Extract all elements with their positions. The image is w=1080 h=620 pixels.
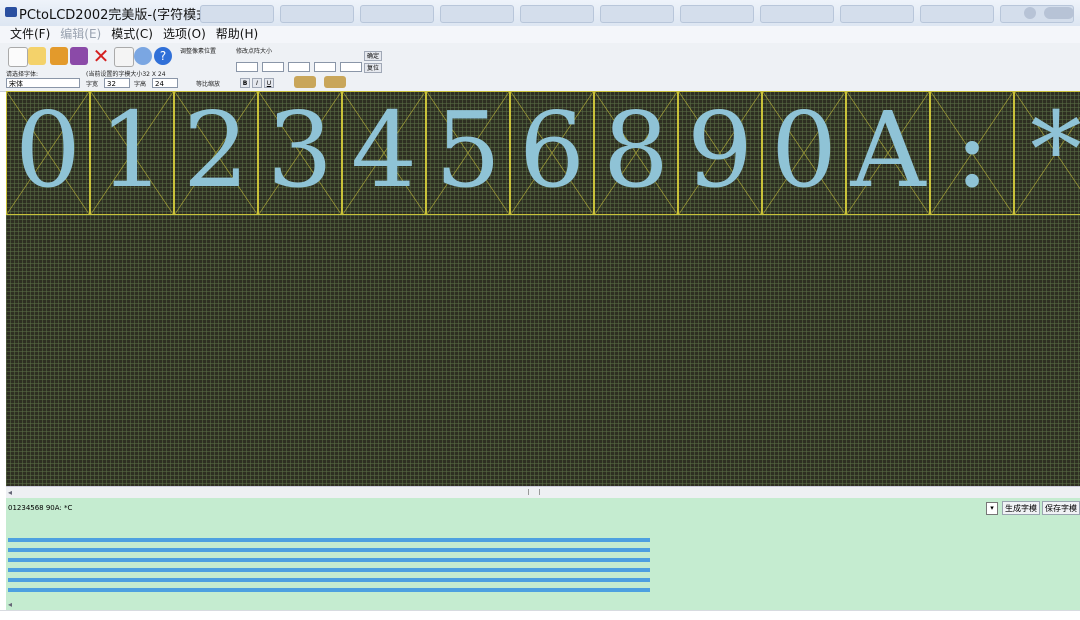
output-panel: 01234568 90A: *C ▾ 生成字模 保存字模 ◂ bbox=[6, 498, 1080, 610]
char-glyph: 1 bbox=[98, 91, 166, 211]
char-glyph: 5 bbox=[434, 91, 502, 211]
underline-button[interactable]: U bbox=[264, 78, 274, 88]
output-data-row[interactable] bbox=[8, 548, 650, 552]
browser-tab[interactable] bbox=[520, 5, 594, 23]
output-data-row[interactable] bbox=[8, 588, 650, 592]
lcd-canvas[interactable]: 0 1 2 3 4 5 6 8 9 0 A : * bbox=[6, 91, 1080, 486]
ratio-label[interactable]: 等比缩放 bbox=[196, 79, 220, 88]
output-data-row[interactable] bbox=[8, 558, 650, 562]
char-cell[interactable]: 8 bbox=[594, 91, 678, 215]
align-icon[interactable] bbox=[294, 76, 316, 88]
char-cell[interactable]: 0 bbox=[762, 91, 846, 215]
output-data-row[interactable] bbox=[8, 578, 650, 582]
menu-mode[interactable]: 模式(C) bbox=[111, 26, 153, 43]
align-right-icon[interactable] bbox=[324, 76, 346, 88]
settings-icon[interactable] bbox=[1024, 7, 1036, 19]
char-glyph: 3 bbox=[266, 91, 334, 211]
char-glyph: 0 bbox=[770, 91, 838, 211]
browser-tab[interactable] bbox=[440, 5, 514, 23]
offset-field[interactable] bbox=[314, 62, 336, 72]
char-glyph: : bbox=[954, 91, 990, 211]
char-glyph: 8 bbox=[602, 91, 670, 211]
offset-field[interactable] bbox=[340, 62, 362, 72]
page-icon[interactable] bbox=[114, 47, 134, 67]
char-glyph: 2 bbox=[182, 91, 250, 211]
menu-bar: 文件(F) 编辑(E) 模式(C) 选项(O) 帮助(H) bbox=[0, 26, 1080, 43]
width-select[interactable]: 32 bbox=[104, 78, 130, 88]
char-cell[interactable]: 4 bbox=[342, 91, 426, 215]
generate-button[interactable]: 生成字模 bbox=[1002, 501, 1040, 515]
open-icon[interactable] bbox=[28, 47, 46, 65]
height-label: 字高 bbox=[134, 81, 147, 88]
size-info: (当前设置的字模大小32 X 24 bbox=[86, 71, 166, 78]
offset-field[interactable] bbox=[262, 62, 284, 72]
offset-field[interactable] bbox=[236, 62, 258, 72]
char-glyph: * bbox=[1030, 91, 1080, 211]
scroll-left-icon[interactable]: ◂ bbox=[8, 600, 12, 609]
char-cell[interactable]: 2 bbox=[174, 91, 258, 215]
char-cell[interactable]: 0 bbox=[6, 91, 90, 215]
menu-help[interactable]: 帮助(H) bbox=[216, 26, 258, 43]
char-glyph: 6 bbox=[518, 91, 586, 211]
settings-icon[interactable] bbox=[134, 47, 152, 65]
window-title: PCtoLCD2002完美版-(字符模式) bbox=[19, 8, 215, 23]
scroll-grip[interactable] bbox=[528, 489, 540, 495]
browser-tab[interactable] bbox=[840, 5, 914, 23]
browser-tab[interactable] bbox=[600, 5, 674, 23]
browser-tab[interactable] bbox=[200, 5, 274, 23]
new-icon[interactable] bbox=[8, 47, 28, 67]
font-select[interactable]: 宋体 bbox=[6, 78, 80, 88]
italic-button[interactable]: I bbox=[252, 78, 262, 88]
text-input[interactable]: 01234568 90A: *C bbox=[6, 502, 986, 514]
adjust-label: 调整像素位置 bbox=[180, 48, 217, 55]
menu-options[interactable]: 选项(O) bbox=[163, 26, 206, 43]
char-cell[interactable]: * bbox=[1014, 91, 1080, 215]
char-glyph: 0 bbox=[14, 91, 82, 211]
window-controls[interactable] bbox=[1044, 7, 1074, 19]
save-icon[interactable] bbox=[50, 47, 68, 65]
output-data-row[interactable] bbox=[8, 568, 650, 572]
history-dropdown[interactable]: ▾ bbox=[986, 502, 998, 515]
width-label: 字宽 bbox=[86, 81, 99, 88]
reset-button[interactable]: 复位 bbox=[364, 63, 382, 73]
title-bar: PCtoLCD2002完美版-(字符模式) bbox=[0, 0, 1080, 27]
output-data-row[interactable] bbox=[8, 538, 650, 542]
char-cell[interactable]: 1 bbox=[90, 91, 174, 215]
delete-icon[interactable]: ✕ bbox=[92, 46, 110, 66]
browser-tab[interactable] bbox=[680, 5, 754, 23]
height-select[interactable]: 24 bbox=[152, 78, 178, 88]
bold-button[interactable]: B bbox=[240, 78, 250, 88]
char-glyph: 9 bbox=[686, 91, 754, 211]
browser-tabs bbox=[200, 5, 1074, 23]
save-font-button[interactable]: 保存字模 bbox=[1042, 501, 1080, 515]
char-cell[interactable]: A bbox=[846, 91, 930, 215]
browser-tab[interactable] bbox=[360, 5, 434, 23]
help-icon[interactable]: ? bbox=[154, 47, 172, 65]
font-label: 请选择字体: bbox=[6, 71, 39, 78]
browser-tab[interactable] bbox=[760, 5, 834, 23]
char-cell[interactable]: 5 bbox=[426, 91, 510, 215]
menu-edit[interactable]: 编辑(E) bbox=[60, 26, 101, 43]
toolbar: ✕ ? 请选择字体: (当前设置的字模大小32 X 24 宋体 字宽 32 字高… bbox=[0, 43, 1080, 92]
app-icon bbox=[5, 7, 17, 17]
char-glyph: 4 bbox=[350, 91, 418, 211]
ok-button[interactable]: 确定 bbox=[364, 51, 382, 61]
menu-file[interactable]: 文件(F) bbox=[10, 26, 50, 43]
offset-field[interactable] bbox=[288, 62, 310, 72]
char-cell[interactable]: 6 bbox=[510, 91, 594, 215]
char-glyph: A bbox=[850, 91, 926, 211]
scroll-left-icon[interactable]: ◂ bbox=[8, 488, 12, 497]
browser-tab[interactable] bbox=[280, 5, 354, 23]
char-cell[interactable]: 3 bbox=[258, 91, 342, 215]
modify-label: 修改点阵大小 bbox=[236, 48, 273, 55]
browser-tab[interactable] bbox=[920, 5, 994, 23]
char-cell[interactable]: : bbox=[930, 91, 1014, 215]
char-cell[interactable]: 9 bbox=[678, 91, 762, 215]
books-icon[interactable] bbox=[70, 47, 88, 65]
